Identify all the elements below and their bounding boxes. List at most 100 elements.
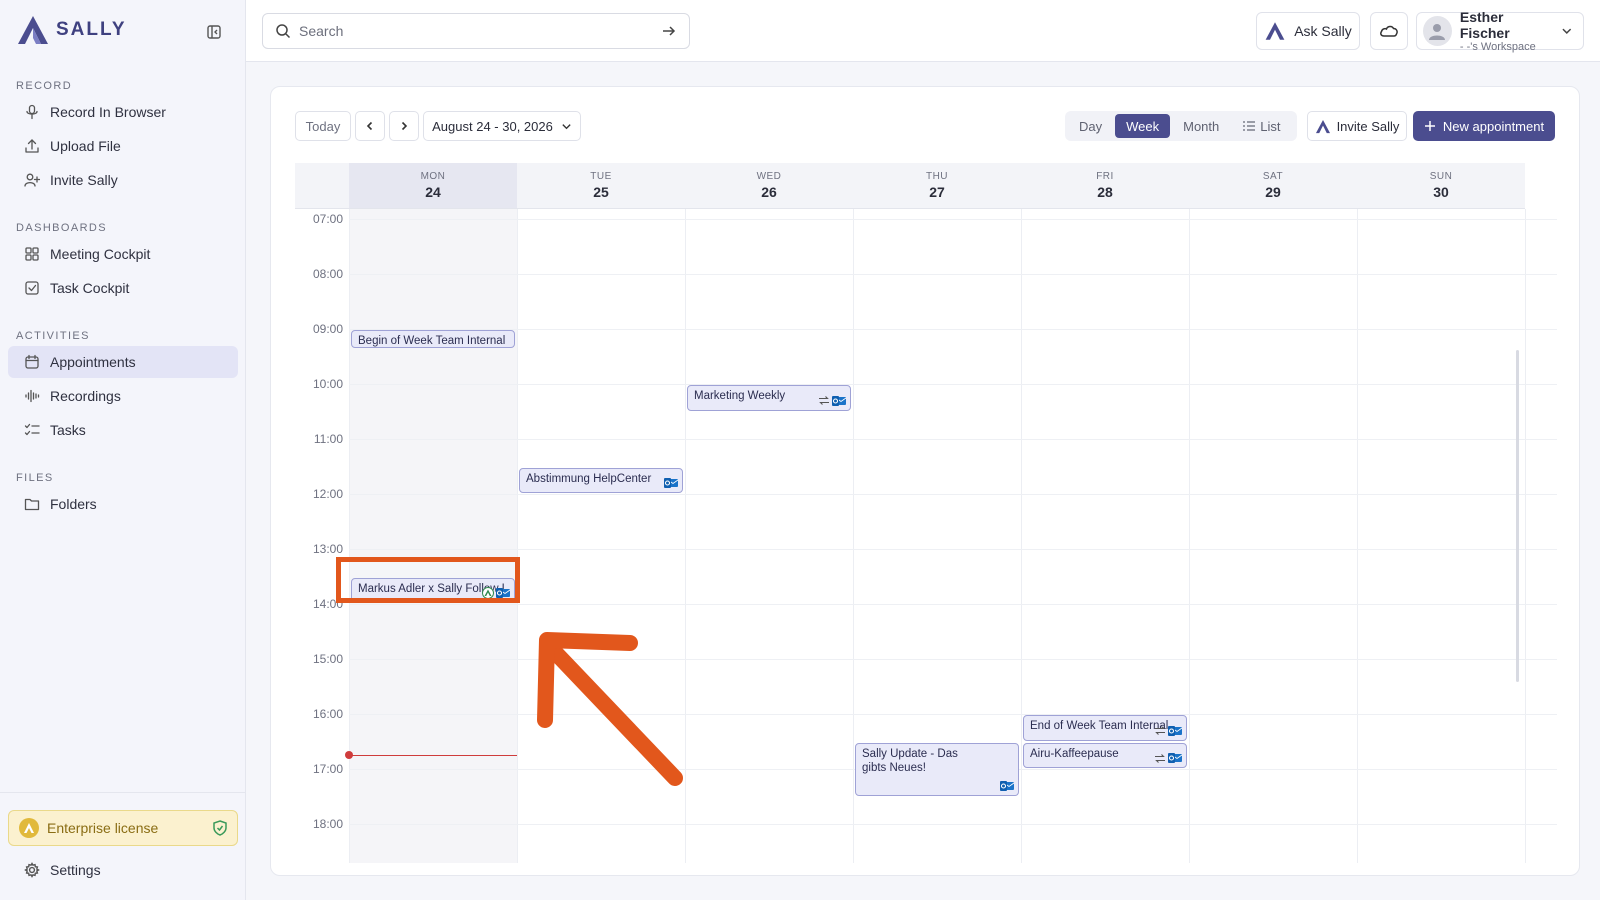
calendar-event[interactable]: Sally Update - Das gibts Neues! (855, 742, 1019, 796)
calendar-card: Today August 24 - 30, 2026 Day Week Mont… (270, 86, 1580, 876)
sidebar-item-label: Appointments (50, 354, 136, 370)
hour-line (349, 549, 1557, 550)
hour-line (349, 219, 1557, 220)
view-tab-week[interactable]: Week (1115, 114, 1171, 138)
calendar-event[interactable]: End of Week Team Internal (1023, 715, 1187, 741)
day-number: 27 (929, 184, 945, 200)
user-icon (1429, 24, 1446, 40)
sidebar-item-label: Upload File (50, 138, 121, 154)
column-divider (853, 209, 854, 863)
sally-logo-icon (1265, 22, 1285, 40)
search-bar[interactable] (262, 13, 690, 49)
time-label: 16:00 (312, 707, 343, 721)
enterprise-license-button[interactable]: Enterprise license (8, 810, 238, 846)
sidebar-item-invite-sally[interactable]: Invite Sally (8, 164, 238, 196)
column-divider (1189, 209, 1190, 863)
day-header-fri[interactable]: FRI 28 (1021, 163, 1189, 209)
column-divider (349, 209, 350, 863)
hour-line (349, 439, 1557, 440)
calendar-event[interactable]: Airu-Kaffeepause (1023, 742, 1187, 768)
event-icons (1154, 725, 1182, 737)
day-number: 28 (1097, 184, 1113, 200)
chevron-right-icon (401, 121, 408, 131)
grid-icon (25, 247, 39, 261)
view-tab-label: Day (1079, 118, 1103, 134)
highlight-annotation (336, 557, 520, 603)
day-number: 29 (1265, 184, 1281, 200)
view-tab-day[interactable]: Day (1068, 114, 1113, 138)
brand-name: SALLY (56, 19, 127, 40)
day-header-wed[interactable]: WED 26 (685, 163, 853, 209)
outlook-icon (1168, 753, 1182, 763)
sidebar-item-meeting-cockpit[interactable]: Meeting Cockpit (8, 238, 238, 270)
next-week-button[interactable] (389, 111, 419, 141)
hour-line (349, 604, 1557, 605)
day-header-tue[interactable]: TUE 25 (517, 163, 685, 209)
user-menu[interactable]: Esther Fischer - -'s Workspace (1416, 9, 1584, 53)
time-label: 11:00 (313, 432, 343, 446)
cloud-sync-button[interactable] (1370, 12, 1408, 50)
calendar-event[interactable]: Marketing Weekly (687, 385, 851, 411)
calendar-event[interactable]: Abstimmung HelpCenter (519, 467, 683, 493)
day-number: 30 (1433, 184, 1449, 200)
invite-sally-button[interactable]: Invite Sally (1307, 111, 1407, 141)
sidebar-item-label: Record In Browser (50, 104, 166, 120)
chevron-down-icon (562, 123, 571, 129)
license-logo-icon (19, 818, 39, 838)
today-button[interactable]: Today (295, 111, 351, 141)
sidebar-divider (0, 792, 246, 793)
day-number: 25 (593, 184, 609, 200)
license-label: Enterprise license (47, 820, 159, 836)
collapse-sidebar-button[interactable] (204, 22, 224, 42)
day-name: THU (925, 171, 949, 182)
sidebar-item-folders[interactable]: Folders (8, 488, 238, 520)
week-grid: MON 24 TUE 25 WED 26 THU 27 FRI 28 SAT 29 SUN 30 07:00… (295, 163, 1557, 863)
sidebar-item-label: Task Cockpit (50, 280, 130, 296)
day-name: TUE (590, 171, 612, 182)
outlook-icon (1000, 780, 1014, 791)
sidebar-item-recordings[interactable]: Recordings (8, 380, 238, 412)
time-label: 09:00 (312, 322, 343, 336)
new-appointment-button[interactable]: New appointment (1413, 111, 1555, 141)
view-tab-month[interactable]: Month (1172, 114, 1230, 138)
hour-line (349, 824, 1557, 825)
sidebar-item-appointments[interactable]: Appointments (8, 346, 238, 378)
day-header-thu[interactable]: THU 27 (853, 163, 1021, 209)
column-divider (517, 209, 518, 863)
sidebar-item-label: Invite Sally (50, 172, 118, 188)
day-header-sat[interactable]: SAT 29 (1189, 163, 1357, 209)
outlook-icon (664, 478, 678, 488)
user-plus-icon (24, 173, 40, 187)
sidebar-collapse-icon (207, 25, 221, 39)
sally-logo-icon (1315, 119, 1330, 133)
date-range-picker[interactable]: August 24 - 30, 2026 (423, 111, 581, 141)
sidebar-item-upload-file[interactable]: Upload File (8, 130, 238, 162)
list-icon (1243, 121, 1256, 131)
outlook-icon (1168, 725, 1182, 736)
section-label-dashboards: DASHBOARDS (16, 222, 108, 234)
day-header-mon[interactable]: MON 24 (349, 163, 517, 209)
outlook-icon (832, 395, 846, 406)
sidebar-item-tasks[interactable]: Tasks (8, 414, 238, 446)
settings-button[interactable]: Settings (8, 854, 238, 886)
time-label: 12:00 (312, 487, 343, 501)
calendar-event[interactable]: Begin of Week Team Internal (351, 330, 515, 348)
search-input[interactable] (299, 23, 653, 39)
event-title: Sally Update - Das gibts Neues! (862, 747, 958, 774)
event-title: Begin of Week Team Internal (358, 335, 506, 347)
today-column (349, 209, 517, 863)
calendar-scrollbar[interactable] (1516, 350, 1519, 682)
sidebar-item-task-cockpit[interactable]: Task Cockpit (8, 272, 238, 304)
shield-check-icon (213, 820, 227, 836)
brand[interactable]: SALLY (16, 14, 127, 46)
sidebar-item-label: Recordings (50, 388, 121, 404)
day-name: MON (420, 171, 446, 182)
ask-sally-button[interactable]: Ask Sally (1256, 12, 1360, 50)
time-label: 15:00 (312, 652, 343, 666)
day-header-sun[interactable]: SUN 30 (1357, 163, 1525, 209)
sidebar-item-label: Tasks (50, 422, 86, 438)
prev-week-button[interactable] (355, 111, 385, 141)
arrow-right-icon[interactable] (661, 23, 677, 39)
sidebar-item-record-in-browser[interactable]: Record In Browser (8, 96, 238, 128)
view-tab-list[interactable]: List (1232, 114, 1291, 138)
